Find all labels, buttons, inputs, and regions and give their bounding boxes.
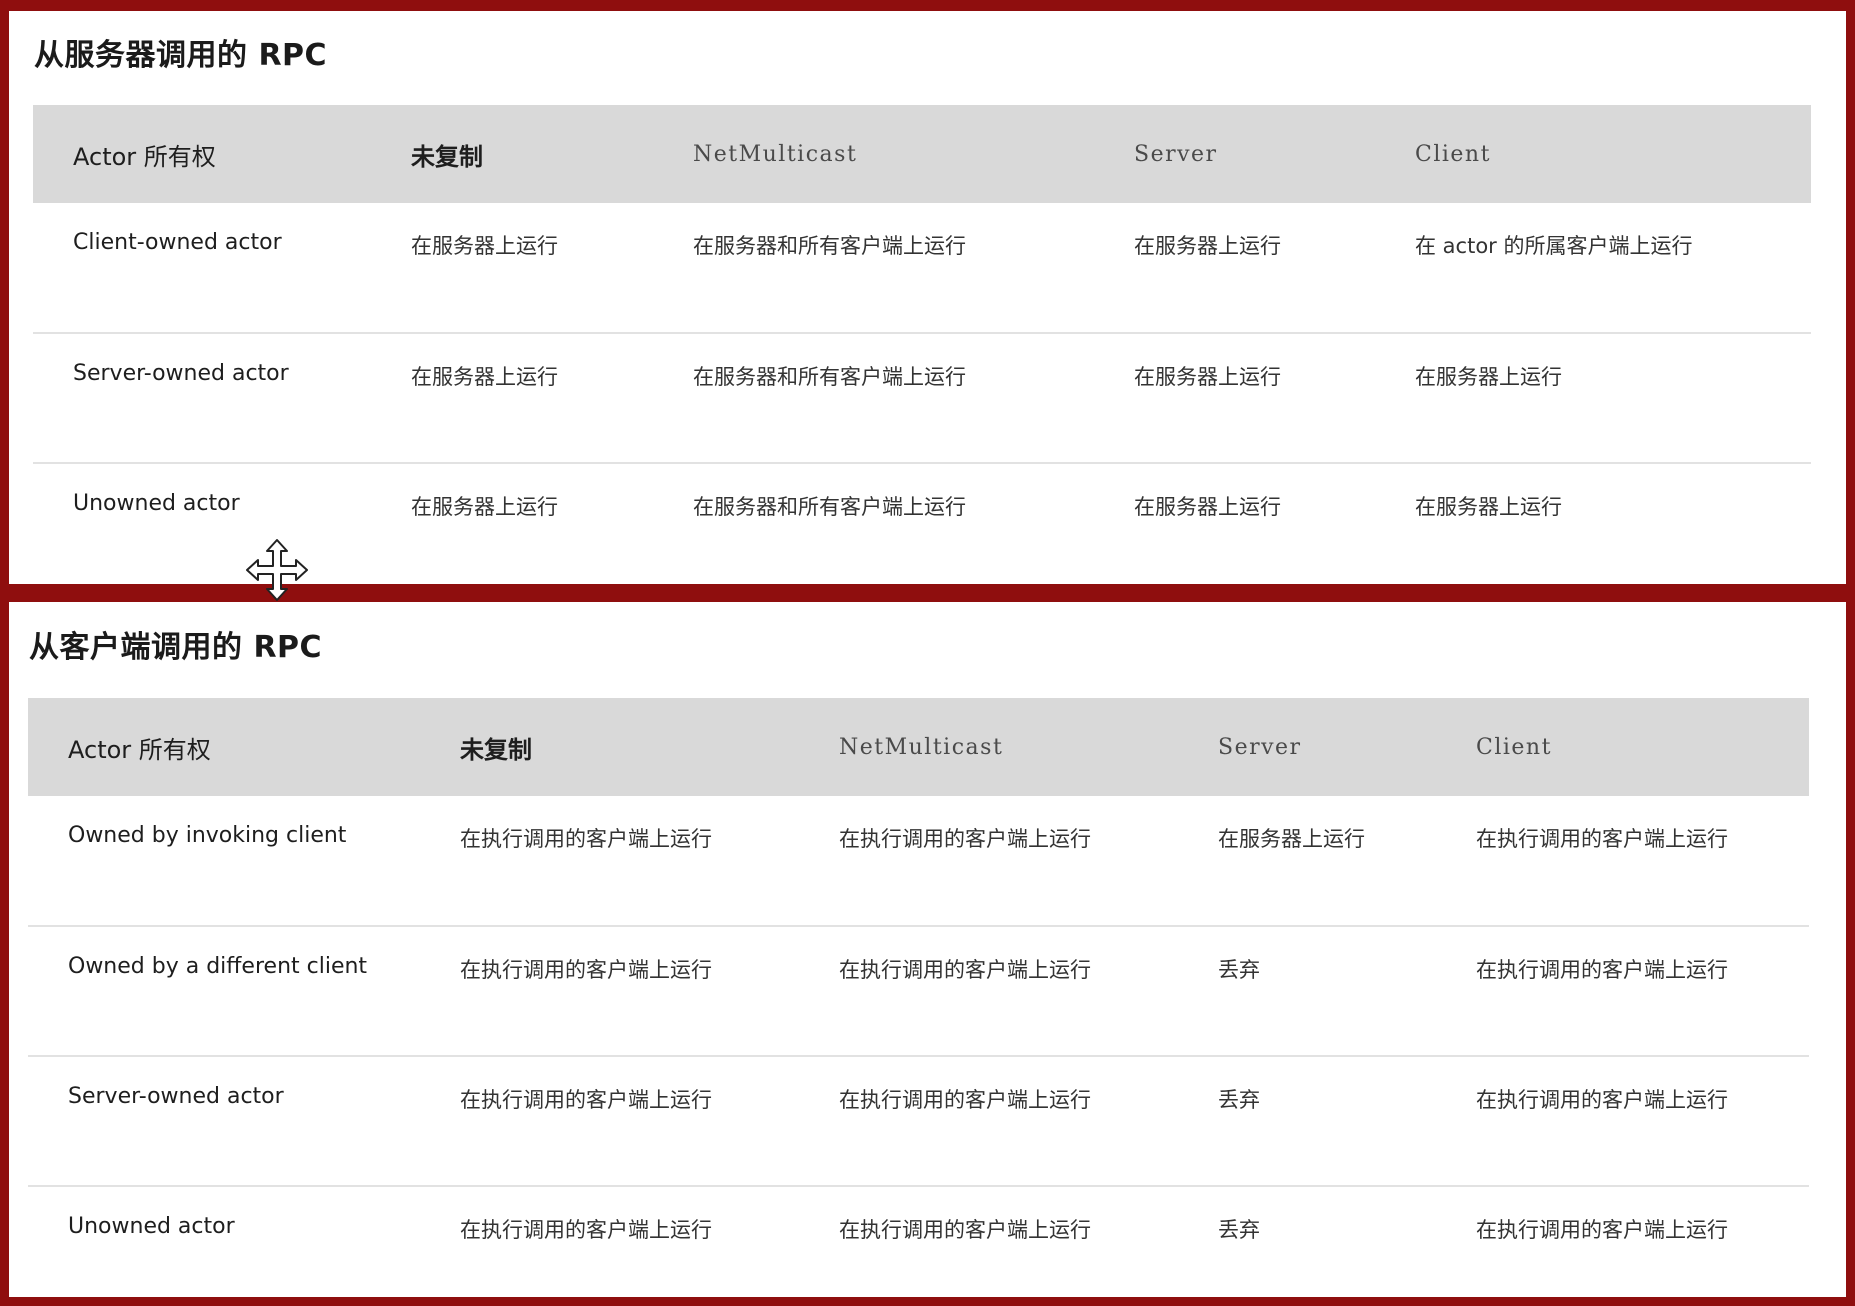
cell-ownership: Server-owned actor (28, 1056, 420, 1187)
header-not-replicated: 未复制 (411, 142, 483, 171)
cell-client: 在执行调用的客户端上运行 (1436, 1056, 1809, 1187)
cell-server: 丢弃 (1178, 926, 1436, 1057)
header-not-replicated: 未复制 (460, 735, 532, 764)
cell-server: 丢弃 (1218, 1218, 1260, 1242)
header-client: Client (1476, 734, 1552, 760)
cell-netmulticast: 在服务器和所有客户端上运行 (693, 495, 966, 519)
screen: 从服务器调用的 RPC Actor 所有权 未复制 NetMulticast S… (0, 0, 1855, 1306)
table-row: Server-owned actor 在服务器上运行 在服务器和所有客户端上运行… (33, 333, 1811, 464)
cell-netmulticast: 在执行调用的客户端上运行 (799, 796, 1178, 927)
section-title-server-rpc: 从服务器调用的 RPC (34, 38, 328, 73)
cell-not-replicated: 在执行调用的客户端上运行 (420, 926, 799, 1057)
move-cursor-icon (246, 539, 308, 601)
table-row: Owned by invoking client 在执行调用的客户端上运行 在执… (28, 796, 1809, 927)
client-rpc-table: Actor 所有权 未复制 NetMulticast Server Client… (28, 698, 1809, 1297)
header-netmulticast: NetMulticast (839, 734, 1004, 760)
cell-netmulticast: 在执行调用的客户端上运行 (839, 1218, 1091, 1242)
cell-not-replicated: 在服务器上运行 (371, 203, 653, 334)
header-netmulticast: NetMulticast (693, 141, 858, 167)
header-server: Server (1218, 734, 1302, 760)
cell-netmulticast: 在执行调用的客户端上运行 (799, 926, 1178, 1057)
header-actor-ownership: Actor 所有权 (68, 735, 211, 764)
cell-client: 在执行调用的客户端上运行 (1436, 796, 1809, 927)
cell-ownership: Unowned actor (68, 1214, 235, 1239)
section-title-client-rpc: 从客户端调用的 RPC (29, 630, 323, 665)
cell-not-replicated: 在服务器上运行 (411, 495, 558, 519)
server-rpc-table: Actor 所有权 未复制 NetMulticast Server Client… (33, 105, 1811, 584)
cell-netmulticast: 在服务器和所有客户端上运行 (653, 203, 1094, 334)
cell-not-replicated: 在服务器上运行 (371, 333, 653, 464)
cell-not-replicated: 在执行调用的客户端上运行 (420, 796, 799, 927)
cell-client: 在执行调用的客户端上运行 (1476, 1218, 1728, 1242)
cell-not-replicated: 在执行调用的客户端上运行 (420, 1056, 799, 1187)
client-rpc-panel: 从客户端调用的 RPC Actor 所有权 未复制 NetMulticast S… (9, 602, 1846, 1297)
header-client: Client (1415, 141, 1491, 167)
table-header-row: Actor 所有权 未复制 NetMulticast Server Client (28, 698, 1809, 796)
cell-ownership: Owned by invoking client (28, 796, 420, 927)
cell-ownership: Unowned actor (73, 491, 240, 516)
cell-not-replicated: 在执行调用的客户端上运行 (460, 1218, 712, 1242)
cell-server: 在服务器上运行 (1094, 333, 1375, 464)
cell-client: 在服务器上运行 (1415, 495, 1562, 519)
cell-client: 在执行调用的客户端上运行 (1436, 926, 1809, 1057)
cell-server: 在服务器上运行 (1134, 495, 1281, 519)
server-rpc-panel: 从服务器调用的 RPC Actor 所有权 未复制 NetMulticast S… (9, 11, 1846, 584)
header-server: Server (1134, 141, 1218, 167)
table-row: Owned by a different client 在执行调用的客户端上运行… (28, 926, 1809, 1057)
cell-server: 在服务器上运行 (1178, 796, 1436, 927)
header-actor-ownership: Actor 所有权 (73, 142, 216, 171)
cell-server: 丢弃 (1178, 1056, 1436, 1187)
cell-ownership: Server-owned actor (33, 333, 371, 464)
table-row: Unowned actor 在执行调用的客户端上运行 在执行调用的客户端上运行 … (28, 1186, 1809, 1297)
cell-client: 在 actor 的所属客户端上运行 (1375, 203, 1811, 334)
cell-ownership: Client-owned actor (33, 203, 371, 334)
table-row: Server-owned actor 在执行调用的客户端上运行 在执行调用的客户… (28, 1056, 1809, 1187)
cell-ownership: Owned by a different client (28, 926, 420, 1057)
cell-server: 在服务器上运行 (1094, 203, 1375, 334)
table-row: Client-owned actor 在服务器上运行 在服务器和所有客户端上运行… (33, 203, 1811, 334)
cell-netmulticast: 在服务器和所有客户端上运行 (653, 333, 1094, 464)
cell-client: 在服务器上运行 (1375, 333, 1811, 464)
table-header-row: Actor 所有权 未复制 NetMulticast Server Client (33, 105, 1811, 203)
cell-netmulticast: 在执行调用的客户端上运行 (799, 1056, 1178, 1187)
